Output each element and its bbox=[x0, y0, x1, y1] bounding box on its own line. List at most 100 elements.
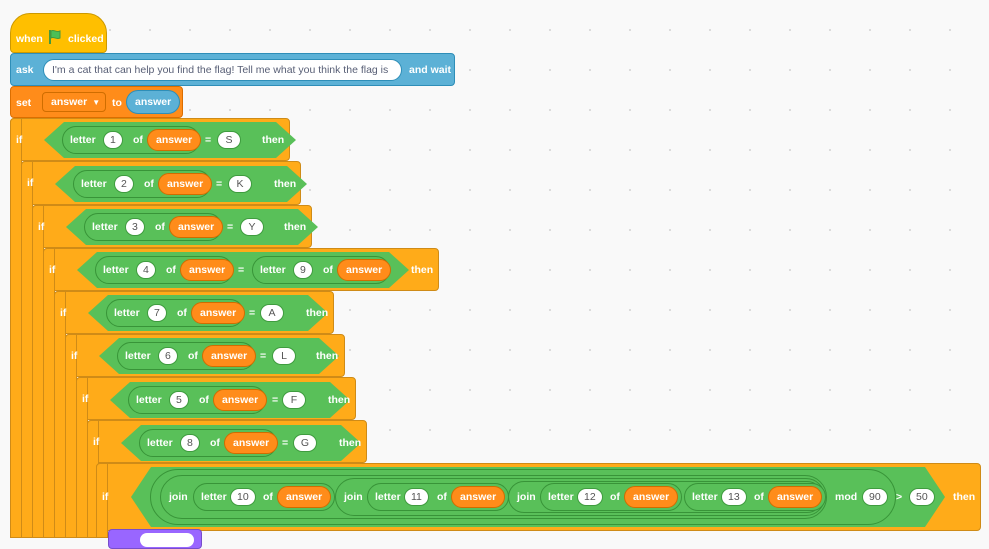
then-label: then bbox=[953, 491, 976, 503]
compare-value-input[interactable]: Y bbox=[240, 218, 264, 236]
then-label: then bbox=[328, 394, 351, 406]
answer-variable-reporter[interactable]: answer bbox=[224, 432, 279, 454]
answer-variable-reporter[interactable]: answer bbox=[202, 345, 257, 367]
letter-index-input[interactable]: 13 bbox=[721, 488, 747, 506]
letter-label: letter bbox=[81, 178, 107, 190]
equals-operator: = bbox=[238, 264, 245, 276]
compare-value-input[interactable]: G bbox=[293, 434, 317, 452]
letter-label: letter bbox=[92, 221, 118, 233]
letter-label: letter bbox=[201, 491, 227, 503]
if-label: if bbox=[102, 491, 109, 503]
letter-index-input[interactable]: 8 bbox=[180, 434, 200, 452]
join-label: join bbox=[517, 491, 536, 503]
of-label: of bbox=[166, 264, 176, 276]
letter-index-input[interactable]: 11 bbox=[404, 488, 429, 506]
letter-index-input[interactable]: 3 bbox=[125, 218, 145, 236]
join-label: join bbox=[169, 491, 188, 503]
letter-label: letter bbox=[70, 134, 96, 146]
then-label: then bbox=[411, 264, 434, 276]
letter-label: letter bbox=[125, 350, 151, 362]
answer-variable-reporter[interactable]: answer bbox=[768, 486, 823, 508]
answer-variable-reporter[interactable]: answer bbox=[213, 389, 268, 411]
mod-label: mod bbox=[835, 491, 858, 503]
of-label: of bbox=[210, 437, 220, 449]
compare-value-input[interactable]: S bbox=[217, 131, 241, 149]
answer-variable-reporter[interactable]: answer bbox=[624, 486, 679, 508]
when-label: when bbox=[16, 33, 43, 45]
of-label: of bbox=[144, 178, 154, 190]
letter-label: letter bbox=[375, 491, 401, 503]
then-label: then bbox=[306, 307, 329, 319]
equals-operator: = bbox=[272, 394, 279, 406]
answer-variable-reporter[interactable]: answer bbox=[147, 129, 202, 151]
letter-label: letter bbox=[692, 491, 718, 503]
and-wait-label: and wait bbox=[409, 64, 452, 76]
answer-variable-reporter[interactable]: answer bbox=[337, 259, 392, 281]
letter-index-input[interactable]: 2 bbox=[114, 175, 134, 193]
of-label: of bbox=[155, 221, 165, 233]
if-label: if bbox=[16, 133, 23, 146]
letter-label: letter bbox=[114, 307, 140, 319]
if-label: if bbox=[60, 306, 67, 319]
letter-label: letter bbox=[147, 437, 173, 449]
letter-index-input[interactable]: 4 bbox=[136, 261, 156, 279]
equals-operator: = bbox=[216, 178, 223, 190]
equals-operator: = bbox=[282, 437, 289, 449]
greater-than-operator: > bbox=[896, 491, 903, 503]
answer-reporter[interactable]: answer bbox=[126, 90, 181, 114]
letter-index-input[interactable]: 1 bbox=[103, 131, 123, 149]
of-label: of bbox=[188, 350, 198, 362]
if-label: if bbox=[49, 263, 56, 276]
answer-variable-reporter[interactable]: answer bbox=[451, 486, 506, 508]
chevron-down-icon: ▼ bbox=[92, 98, 101, 107]
compare-value-input[interactable]: K bbox=[228, 175, 252, 193]
of-label: of bbox=[610, 491, 620, 503]
if-label: if bbox=[82, 392, 89, 405]
if-label: if bbox=[93, 435, 100, 448]
clicked-label: clicked bbox=[68, 33, 104, 45]
variable-dropdown[interactable]: answer ▼ bbox=[42, 92, 106, 112]
to-label: to bbox=[112, 97, 122, 109]
equals-operator: = bbox=[260, 350, 267, 362]
answer-variable-reporter[interactable]: answer bbox=[158, 173, 213, 195]
then-label: then bbox=[284, 221, 307, 233]
answer-variable-reporter[interactable]: answer bbox=[180, 259, 235, 281]
letter-index-input[interactable]: 6 bbox=[158, 347, 178, 365]
ask-question-input[interactable]: I'm a cat that can help you find the fla… bbox=[43, 59, 402, 81]
letter-label: letter bbox=[548, 491, 574, 503]
looks-input bbox=[140, 533, 194, 547]
answer-variable-reporter[interactable]: answer bbox=[277, 486, 332, 508]
if-label: if bbox=[38, 220, 45, 233]
letter-index-input[interactable]: 9 bbox=[293, 261, 313, 279]
letter-label: letter bbox=[260, 264, 286, 276]
join-label: join bbox=[344, 491, 363, 503]
answer-variable-reporter[interactable]: answer bbox=[191, 302, 246, 324]
then-label: then bbox=[316, 350, 339, 362]
equals-operator: = bbox=[205, 134, 212, 146]
letter-index-input[interactable]: 7 bbox=[147, 304, 167, 322]
then-label: then bbox=[339, 437, 362, 449]
equals-operator: = bbox=[249, 307, 256, 319]
then-label: then bbox=[262, 134, 285, 146]
gt-value-input[interactable]: 50 bbox=[909, 488, 935, 506]
compare-value-input[interactable]: F bbox=[282, 391, 306, 409]
of-label: of bbox=[133, 134, 143, 146]
letter-index-input[interactable]: 5 bbox=[169, 391, 189, 409]
ask-label: ask bbox=[16, 64, 34, 76]
if-label: if bbox=[27, 177, 34, 189]
of-label: of bbox=[177, 307, 187, 319]
letter-index-input[interactable]: 10 bbox=[230, 488, 256, 506]
variable-dropdown-label: answer bbox=[51, 96, 88, 108]
letter-label: letter bbox=[136, 394, 162, 406]
letter-index-input[interactable]: 12 bbox=[577, 488, 603, 506]
letter-label: letter bbox=[103, 264, 129, 276]
compare-value-input[interactable]: A bbox=[260, 304, 284, 322]
mod-value-input[interactable]: 90 bbox=[862, 488, 888, 506]
of-label: of bbox=[323, 264, 333, 276]
compare-value-input[interactable]: L bbox=[272, 347, 296, 365]
answer-variable-reporter[interactable]: answer bbox=[169, 216, 224, 238]
set-label: set bbox=[16, 97, 32, 109]
equals-operator: = bbox=[227, 221, 234, 233]
of-label: of bbox=[199, 394, 209, 406]
of-label: of bbox=[263, 491, 273, 503]
